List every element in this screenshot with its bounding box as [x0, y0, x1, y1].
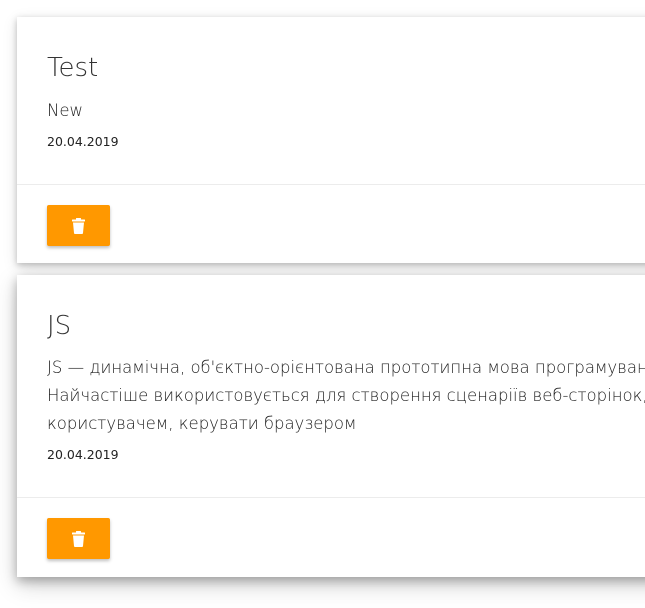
card-divider — [17, 184, 645, 185]
card-title: Test — [47, 53, 99, 83]
trash-icon — [72, 217, 85, 234]
card-text: New — [47, 97, 83, 125]
card-text-line: Найчастіше використовується для створенн… — [47, 386, 645, 405]
card-text-line: користувачем, керувати браузером — [47, 414, 357, 433]
card-text: JS — динамічна, об'єктно-орієнтована про… — [47, 354, 645, 438]
card-text-line: JS — динамічна, об'єктно-орієнтована про… — [47, 358, 645, 377]
card-divider — [17, 497, 645, 498]
delete-button[interactable] — [47, 205, 110, 246]
card-date: 20.04.2019 — [47, 134, 119, 149]
card-date: 20.04.2019 — [47, 447, 119, 462]
delete-button[interactable] — [47, 518, 110, 559]
card-title: JS — [47, 311, 72, 341]
note-card: Test New 20.04.2019 — [17, 17, 645, 263]
note-card: JS JS — динамічна, об'єктно-орієнтована … — [17, 275, 645, 577]
trash-icon — [72, 530, 85, 547]
card-text-line: New — [47, 101, 83, 120]
